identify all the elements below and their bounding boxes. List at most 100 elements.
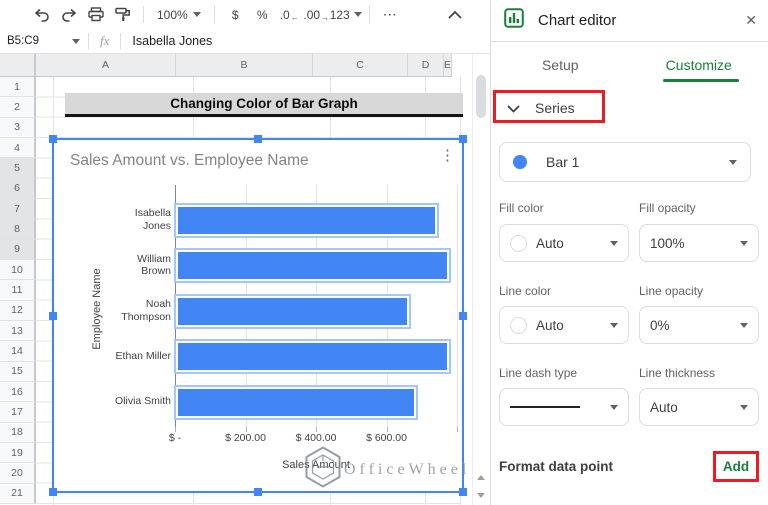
bar[interactable] [176,387,416,418]
scrollbar-thumb[interactable] [476,75,486,118]
bar[interactable] [176,250,449,281]
chevron-down-icon [610,405,618,410]
resize-handle[interactable] [254,488,262,496]
format-currency-button[interactable]: $ [222,3,249,27]
category-label: Ethan Miller [66,334,171,380]
resize-handle[interactable] [49,312,57,320]
row-header[interactable]: 10 [0,260,36,280]
category-label: Isabella Jones [66,197,171,243]
worksheet-title-cell[interactable]: Changing Color of Bar Graph [65,93,463,117]
chevron-down-icon [507,100,520,116]
line-thickness-select[interactable]: Auto [639,388,759,426]
row-header[interactable]: 18 [0,423,36,443]
watermark-text: OfficeWheel [344,461,470,479]
select-all-corner[interactable] [0,54,36,77]
zoom-select[interactable]: 100% [151,8,207,22]
toolbar-separator [214,6,215,23]
line-dash-type-select[interactable] [499,388,629,426]
row-header[interactable]: 9 [0,240,36,260]
chart-title[interactable]: Sales Amount vs. Employee Name [70,152,309,170]
series-section-label: Series [535,100,575,116]
name-box-chevron-icon[interactable] [72,39,80,44]
row-header[interactable]: 17 [0,402,36,422]
row-header[interactable]: 3 [0,118,36,138]
line-thickness-value: Auto [650,400,678,415]
row-header[interactable]: 14 [0,341,36,361]
fill-opacity-select[interactable]: 100% [639,224,759,262]
x-tick-label: $ 400.00 [296,432,337,444]
spreadsheet-grid: ABCDE 123456789101112131415161718192021 … [0,54,490,505]
bar[interactable] [176,205,437,236]
row-header[interactable]: 2 [0,97,36,117]
format-percent-button[interactable]: % [249,3,276,27]
resize-handle[interactable] [459,135,467,143]
resize-handle[interactable] [254,135,262,143]
chart-editor-icon [504,8,524,33]
bar[interactable] [176,341,449,372]
decrease-decimal-button[interactable]: .0← [276,3,303,27]
line-thickness-label: Line thickness [639,366,759,380]
row-header[interactable]: 19 [0,443,36,463]
line-opacity-value: 0% [650,318,670,333]
redo-icon[interactable] [55,3,82,27]
x-tick-label: $ 200.00 [225,432,266,444]
chevron-down-icon [740,323,748,328]
series-color-dot [513,155,527,169]
chevron-down-icon [354,12,362,17]
add-data-point-button[interactable]: Add [719,459,753,474]
print-icon[interactable] [82,3,109,27]
row-header[interactable]: 11 [0,280,36,300]
column-headers: ABCDE [36,54,452,77]
tab-setup[interactable]: Setup [491,42,630,88]
resize-handle[interactable] [49,135,57,143]
resize-handle[interactable] [459,312,467,320]
bar[interactable] [176,296,409,327]
vertical-scrollbar[interactable] [472,54,489,505]
chevron-down-icon [193,12,201,17]
series-section-header[interactable]: Series [491,88,575,128]
chevron-down-icon [740,405,748,410]
line-dash-type-label: Line dash type [499,366,629,380]
row-header[interactable]: 6 [0,179,36,199]
panel-tabs: Setup Customize [491,42,768,88]
officewheel-logo-icon [304,446,342,493]
column-header[interactable]: A [36,54,176,77]
row-header[interactable]: 12 [0,301,36,321]
close-icon[interactable]: ✕ [745,12,757,29]
scroll-down-button[interactable] [473,488,489,503]
name-box[interactable]: B5:C9 [0,35,72,47]
more-formats-button[interactable]: 123 [330,3,362,27]
category-label: William Brown [66,243,171,289]
row-header[interactable]: 15 [0,362,36,382]
watermark: OfficeWheel [304,446,470,493]
row-header[interactable]: 16 [0,382,36,402]
line-color-select[interactable]: Auto [499,306,629,344]
scroll-up-button[interactable] [473,470,489,485]
row-header[interactable]: 7 [0,199,36,219]
row-headers: 123456789101112131415161718192021 [0,77,36,504]
line-opacity-select[interactable]: 0% [639,306,759,344]
column-header[interactable]: D [408,54,444,77]
paint-format-icon[interactable] [109,3,136,27]
increase-decimal-button[interactable]: .00→ [303,3,330,27]
row-header[interactable]: 8 [0,219,36,239]
chart-menu-icon[interactable]: ⋮ [440,146,455,164]
column-header[interactable]: E [444,54,452,77]
fill-color-select[interactable]: Auto [499,224,629,262]
column-header[interactable]: C [313,54,408,77]
row-header[interactable]: 5 [0,158,36,178]
column-header[interactable]: B [176,54,313,77]
row-header[interactable]: 21 [0,484,36,504]
undo-icon[interactable] [28,3,55,27]
more-toolbar-button[interactable]: ⋯ [377,3,404,27]
row-header[interactable]: 1 [0,77,36,97]
row-header[interactable]: 20 [0,463,36,483]
series-selector[interactable]: Bar 1 [499,142,751,182]
row-header[interactable]: 4 [0,138,36,158]
row-header[interactable]: 13 [0,321,36,341]
collapse-toolbar-icon[interactable] [441,3,468,27]
formula-input[interactable]: Isabella Jones [132,34,212,48]
fill-color-label: Fill color [499,201,629,215]
embedded-chart[interactable]: Sales Amount vs. Employee Name ⋮ Employe… [52,138,464,493]
resize-handle[interactable] [49,488,57,496]
